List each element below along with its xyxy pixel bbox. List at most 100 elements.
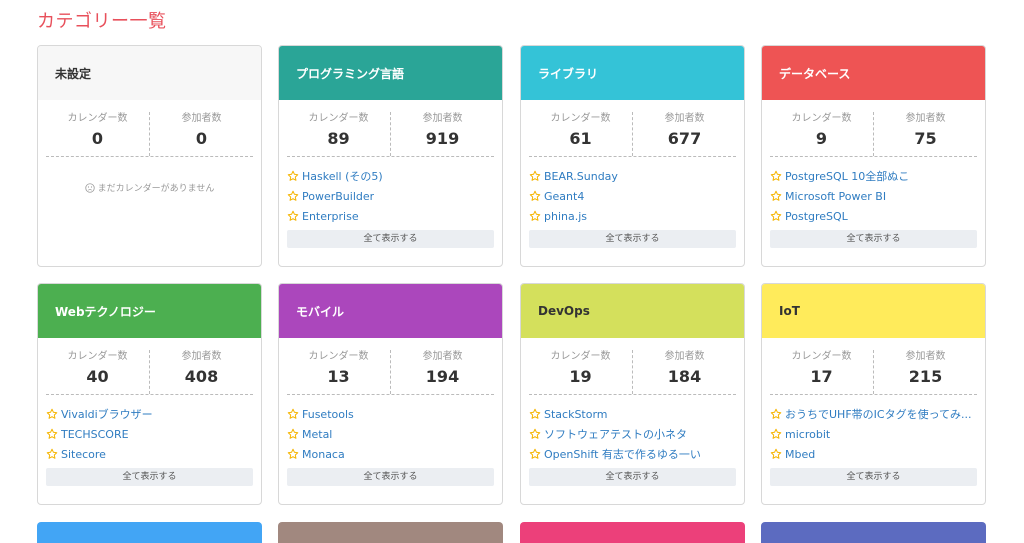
star-icon: [287, 408, 299, 419]
star-icon: [287, 190, 299, 201]
category-card-partial[interactable]: [278, 522, 503, 543]
calendar-link-text[interactable]: Sitecore: [61, 448, 106, 461]
category-header[interactable]: Webテクノロジー: [38, 284, 261, 338]
calendar-link[interactable]: PostgreSQL 10全部ぬこ: [770, 166, 977, 186]
calendar-link[interactable]: Microsoft Power BI: [770, 186, 977, 206]
category-name[interactable]: IoT: [779, 304, 800, 318]
calendar-link[interactable]: PostgreSQL: [770, 206, 977, 226]
calendar-link-text[interactable]: ソフトウェアテストの小ネタ: [544, 426, 687, 442]
show-all-button[interactable]: 全て表示する: [287, 468, 494, 486]
participant-count-stat: 参加者数 677: [632, 112, 736, 156]
calendar-link[interactable]: Vivaldiブラウザー: [46, 404, 253, 424]
participant-count-value: 919: [425, 129, 460, 148]
star-icon: [46, 448, 58, 459]
participant-count-stat: 参加者数 919: [390, 112, 494, 156]
calendar-link-text[interactable]: PowerBuilder: [302, 190, 374, 203]
calendar-count-label: カレンダー数: [67, 113, 128, 124]
category-card: IoT カレンダー数 17 参加者数 215 おうちでUHF帯のICタグを使ってみ... m…: [761, 283, 986, 505]
calendar-link[interactable]: OpenShift 有志で作るゆる一い: [529, 444, 736, 464]
participant-count-value: 408: [184, 367, 219, 386]
calendar-link-text[interactable]: Metal: [302, 428, 332, 441]
calendar-link[interactable]: phina.js: [529, 206, 736, 226]
category-name[interactable]: ライブラリ: [538, 65, 598, 82]
calendar-link[interactable]: Haskell (その5): [287, 166, 494, 186]
star-icon: [287, 428, 299, 439]
calendar-link-text[interactable]: Geant4: [544, 190, 584, 203]
category-card: Webテクノロジーカレンダー数 40 参加者数 408 Vivaldiブラウザー TECH…: [37, 283, 262, 505]
category-header[interactable]: プログラミング言語: [279, 46, 502, 100]
calendar-link-text[interactable]: Mbed: [785, 448, 815, 461]
calendar-link-text[interactable]: Vivaldiブラウザー: [61, 406, 153, 422]
calendar-link[interactable]: おうちでUHF帯のICタグを使ってみ...: [770, 404, 977, 424]
calendar-link-text[interactable]: PostgreSQL 10全部ぬこ: [785, 168, 909, 184]
category-name[interactable]: データベース: [779, 65, 850, 82]
calendar-link-text[interactable]: おうちでUHF帯のICタグを使ってみ...: [785, 406, 972, 422]
calendar-count-stat: カレンダー数 9: [770, 112, 873, 156]
category-stats: カレンダー数 40 参加者数 408: [46, 350, 253, 395]
calendar-link[interactable]: ソフトウェアテストの小ネタ: [529, 424, 736, 444]
category-name[interactable]: プログラミング言語: [296, 65, 404, 82]
show-all-button[interactable]: 全て表示する: [770, 468, 977, 486]
show-all-button[interactable]: 全て表示する: [529, 230, 736, 248]
category-card-partial[interactable]: [520, 522, 745, 543]
calendar-count-label: カレンダー数: [791, 113, 852, 124]
calendar-link-text[interactable]: StackStorm: [544, 408, 608, 421]
calendar-link-text[interactable]: Fusetools: [302, 408, 354, 421]
calendar-link[interactable]: Fusetools: [287, 404, 494, 424]
calendar-link[interactable]: TECHSCORE: [46, 424, 253, 444]
category-card-partial[interactable]: [761, 522, 986, 543]
calendar-link[interactable]: Metal: [287, 424, 494, 444]
empty-message: まだカレンダーがありません: [38, 181, 261, 194]
calendar-link[interactable]: microbit: [770, 424, 977, 444]
calendar-link[interactable]: Mbed: [770, 444, 977, 464]
calendar-link-text[interactable]: TECHSCORE: [61, 428, 129, 441]
calendar-link-text[interactable]: phina.js: [544, 210, 587, 223]
calendar-link[interactable]: Monaca: [287, 444, 494, 464]
calendar-link-text[interactable]: OpenShift 有志で作るゆる一い: [544, 446, 701, 462]
calendar-link[interactable]: Enterprise: [287, 206, 494, 226]
star-icon: [770, 448, 782, 459]
show-all-button[interactable]: 全て表示する: [529, 468, 736, 486]
star-icon: [529, 170, 541, 181]
calendar-link-text[interactable]: Enterprise: [302, 210, 359, 223]
category-header[interactable]: DevOps: [521, 284, 744, 338]
category-name[interactable]: Webテクノロジー: [55, 303, 156, 320]
calendar-link-text[interactable]: microbit: [785, 428, 830, 441]
category-card: モバイル カレンダー数 13 参加者数 194 Fusetools Metal Monaca 全…: [278, 283, 503, 505]
show-all-button[interactable]: 全て表示する: [770, 230, 977, 248]
calendar-count-label: カレンダー数: [308, 351, 369, 362]
category-stats: カレンダー数 0 参加者数 0: [46, 112, 253, 157]
star-icon: [770, 170, 782, 181]
calendar-list: StackStorm ソフトウェアテストの小ネタ OpenShift 有志で作るゆる…: [529, 404, 736, 464]
calendar-list: Fusetools Metal Monaca: [287, 404, 494, 464]
star-icon: [529, 210, 541, 221]
calendar-link[interactable]: PowerBuilder: [287, 186, 494, 206]
calendar-link-text[interactable]: Monaca: [302, 448, 345, 461]
category-header[interactable]: ライブラリ: [521, 46, 744, 100]
category-header[interactable]: 未設定: [38, 46, 261, 100]
show-all-button[interactable]: 全て表示する: [287, 230, 494, 248]
category-stats: カレンダー数 9 参加者数 75: [770, 112, 977, 157]
calendar-link-text[interactable]: Microsoft Power BI: [785, 190, 886, 203]
calendar-link[interactable]: StackStorm: [529, 404, 736, 424]
category-name[interactable]: モバイル: [296, 303, 344, 320]
category-header[interactable]: モバイル: [279, 284, 502, 338]
sad-face-icon: [84, 182, 95, 193]
show-all-button[interactable]: 全て表示する: [46, 468, 253, 486]
calendar-link[interactable]: BEAR.Sunday: [529, 166, 736, 186]
category-header[interactable]: データベース: [762, 46, 985, 100]
calendar-link-text[interactable]: Haskell (その5): [302, 168, 383, 184]
calendar-link-text[interactable]: PostgreSQL: [785, 210, 848, 223]
category-stats: カレンダー数 61 参加者数 677: [529, 112, 736, 157]
calendar-link[interactable]: Geant4: [529, 186, 736, 206]
category-header[interactable]: IoT: [762, 284, 985, 338]
calendar-link-text[interactable]: BEAR.Sunday: [544, 170, 618, 183]
star-icon: [770, 190, 782, 201]
participant-count-label: 参加者数: [664, 351, 705, 362]
calendar-link[interactable]: Sitecore: [46, 444, 253, 464]
participant-count-label: 参加者数: [422, 351, 463, 362]
category-name[interactable]: DevOps: [538, 304, 590, 318]
category-card-partial[interactable]: [37, 522, 262, 543]
star-icon: [770, 408, 782, 419]
category-name[interactable]: 未設定: [55, 65, 91, 82]
